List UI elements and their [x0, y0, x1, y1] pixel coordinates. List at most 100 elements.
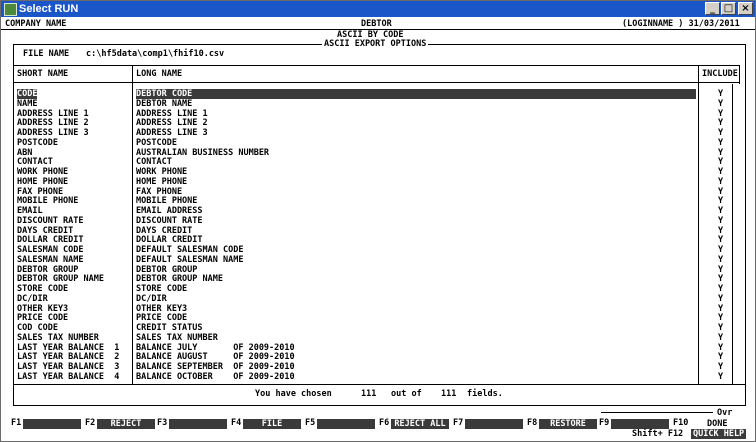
row-short-name[interactable]: LAST YEAR BALANCE 1	[17, 343, 119, 353]
row-short-name[interactable]: NAME	[17, 99, 37, 109]
row-long-name[interactable]: DEFAULT SALESMAN CODE	[136, 245, 243, 255]
row-long-name[interactable]: BALANCE SEPTEMBER OF 2009-2010	[136, 362, 295, 372]
row-long-name[interactable]: DC/DIR	[136, 294, 167, 304]
row-include-flag[interactable]: Y	[718, 138, 723, 148]
row-short-name[interactable]: DEBTOR GROUP	[17, 265, 78, 275]
row-include-flag[interactable]: Y	[718, 89, 723, 99]
row-include-flag[interactable]: Y	[718, 245, 723, 255]
row-include-flag[interactable]: Y	[718, 362, 723, 372]
row-include-flag[interactable]: Y	[718, 226, 723, 236]
row-long-name[interactable]: HOME PHONE	[136, 177, 187, 187]
row-include-flag[interactable]: Y	[718, 148, 723, 158]
close-button[interactable]: ×	[738, 2, 753, 15]
row-short-name[interactable]: SALESMAN NAME	[17, 255, 84, 265]
row-short-name[interactable]: HOME PHONE	[17, 177, 68, 187]
row-include-flag[interactable]: Y	[718, 343, 723, 353]
row-long-name[interactable]: BALANCE OCTOBER OF 2009-2010	[136, 372, 295, 382]
row-long-name[interactable]: ADDRESS LINE 2	[136, 118, 208, 128]
file-name-input[interactable]: c:\hf5data\comp1\fhif10.csv	[86, 49, 224, 59]
row-long-name[interactable]: FAX PHONE	[136, 187, 182, 197]
row-short-name[interactable]: SALES TAX NUMBER	[17, 333, 99, 343]
row-long-name[interactable]: DEBTOR GROUP	[136, 265, 197, 275]
row-long-name[interactable]: DEBTOR CODE	[136, 89, 696, 99]
row-long-name[interactable]: AUSTRALIAN BUSINESS NUMBER	[136, 148, 269, 158]
row-short-name[interactable]: DEBTOR GROUP NAME	[17, 274, 104, 284]
row-long-name[interactable]: SALES TAX NUMBER	[136, 333, 218, 343]
row-short-name[interactable]: MOBILE PHONE	[17, 196, 78, 206]
row-short-name[interactable]: DC/DIR	[17, 294, 48, 304]
row-include-flag[interactable]: Y	[718, 157, 723, 167]
minimize-button[interactable]: _	[705, 2, 720, 15]
row-include-flag[interactable]: Y	[718, 352, 723, 362]
row-short-name[interactable]: DAYS CREDIT	[17, 226, 73, 236]
row-include-flag[interactable]: Y	[718, 265, 723, 275]
row-long-name[interactable]: PRICE CODE	[136, 313, 187, 323]
row-long-name[interactable]: BALANCE JULY OF 2009-2010	[136, 343, 295, 353]
row-include-flag[interactable]: Y	[718, 294, 723, 304]
row-include-flag[interactable]: Y	[718, 313, 723, 323]
row-include-flag[interactable]: Y	[718, 128, 723, 138]
row-long-name[interactable]: EMAIL ADDRESS	[136, 206, 203, 216]
row-include-flag[interactable]: Y	[718, 177, 723, 187]
maximize-button[interactable]: □	[721, 2, 736, 15]
row-long-name[interactable]: DEBTOR NAME	[136, 99, 192, 109]
row-include-flag[interactable]: Y	[718, 118, 723, 128]
row-include-flag[interactable]: Y	[718, 206, 723, 216]
row-include-flag[interactable]: Y	[718, 323, 723, 333]
row-include-flag[interactable]: Y	[718, 304, 723, 314]
row-short-name[interactable]: CODE	[17, 89, 38, 99]
row-short-name[interactable]: PRICE CODE	[17, 313, 68, 323]
row-short-name[interactable]: STORE CODE	[17, 284, 68, 294]
scrollbar[interactable]	[732, 84, 740, 384]
row-short-name[interactable]: DOLLAR CREDIT	[17, 235, 84, 245]
row-long-name[interactable]: BALANCE AUGUST OF 2009-2010	[136, 352, 295, 362]
row-long-name[interactable]: DEFAULT SALESMAN NAME	[136, 255, 243, 265]
row-long-name[interactable]: DAYS CREDIT	[136, 226, 192, 236]
row-include-flag[interactable]: Y	[718, 109, 723, 119]
row-long-name[interactable]: CREDIT STATUS	[136, 323, 203, 333]
row-long-name[interactable]: DISCOUNT RATE	[136, 216, 203, 226]
row-short-name[interactable]: ABN	[17, 148, 32, 158]
row-include-flag[interactable]: Y	[718, 255, 723, 265]
row-short-name[interactable]: POSTCODE	[17, 138, 58, 148]
fkey-button-f3[interactable]	[169, 419, 227, 429]
fkey-button-f4[interactable]: FILE	[243, 419, 301, 429]
row-long-name[interactable]: OTHER KEY3	[136, 304, 187, 314]
row-short-name[interactable]: LAST YEAR BALANCE 3	[17, 362, 119, 372]
row-short-name[interactable]: FAX PHONE	[17, 187, 63, 197]
row-short-name[interactable]: WORK PHONE	[17, 167, 68, 177]
row-include-flag[interactable]: Y	[718, 235, 723, 245]
row-long-name[interactable]: POSTCODE	[136, 138, 177, 148]
row-long-name[interactable]: DOLLAR CREDIT	[136, 235, 203, 245]
row-include-flag[interactable]: Y	[718, 167, 723, 177]
fkey-button-f7[interactable]	[465, 419, 523, 429]
row-include-flag[interactable]: Y	[718, 99, 723, 109]
fkey-button-f9[interactable]	[611, 419, 669, 429]
row-include-flag[interactable]: Y	[718, 216, 723, 226]
fkey-button-f8[interactable]: RESTORE	[539, 419, 597, 429]
row-long-name[interactable]: ADDRESS LINE 3	[136, 128, 208, 138]
row-short-name[interactable]: EMAIL	[17, 206, 43, 216]
row-short-name[interactable]: SALESMAN CODE	[17, 245, 84, 255]
row-include-flag[interactable]: Y	[718, 274, 723, 284]
row-short-name[interactable]: CONTACT	[17, 157, 53, 167]
row-include-flag[interactable]: Y	[718, 284, 723, 294]
row-short-name[interactable]: COD CODE	[17, 323, 58, 333]
row-long-name[interactable]: WORK PHONE	[136, 167, 187, 177]
fkey-button-f5[interactable]	[317, 419, 375, 429]
row-include-flag[interactable]: Y	[718, 196, 723, 206]
fkey-button-f10[interactable]: DONE	[707, 419, 727, 429]
row-long-name[interactable]: DEBTOR GROUP NAME	[136, 274, 223, 284]
fkey-button-f6[interactable]: REJECT ALL	[391, 419, 449, 429]
row-long-name[interactable]: STORE CODE	[136, 284, 187, 294]
row-short-name[interactable]: LAST YEAR BALANCE 4	[17, 372, 119, 382]
row-include-flag[interactable]: Y	[718, 333, 723, 343]
row-long-name[interactable]: ADDRESS LINE 1	[136, 109, 208, 119]
row-short-name[interactable]: LAST YEAR BALANCE 2	[17, 352, 119, 362]
row-include-flag[interactable]: Y	[718, 187, 723, 197]
row-short-name[interactable]: ADDRESS LINE 1	[17, 109, 89, 119]
row-short-name[interactable]: ADDRESS LINE 3	[17, 128, 89, 138]
row-include-flag[interactable]: Y	[718, 372, 723, 382]
quick-help-button[interactable]: QUICK HELP	[691, 429, 747, 439]
row-short-name[interactable]: DISCOUNT RATE	[17, 216, 84, 226]
